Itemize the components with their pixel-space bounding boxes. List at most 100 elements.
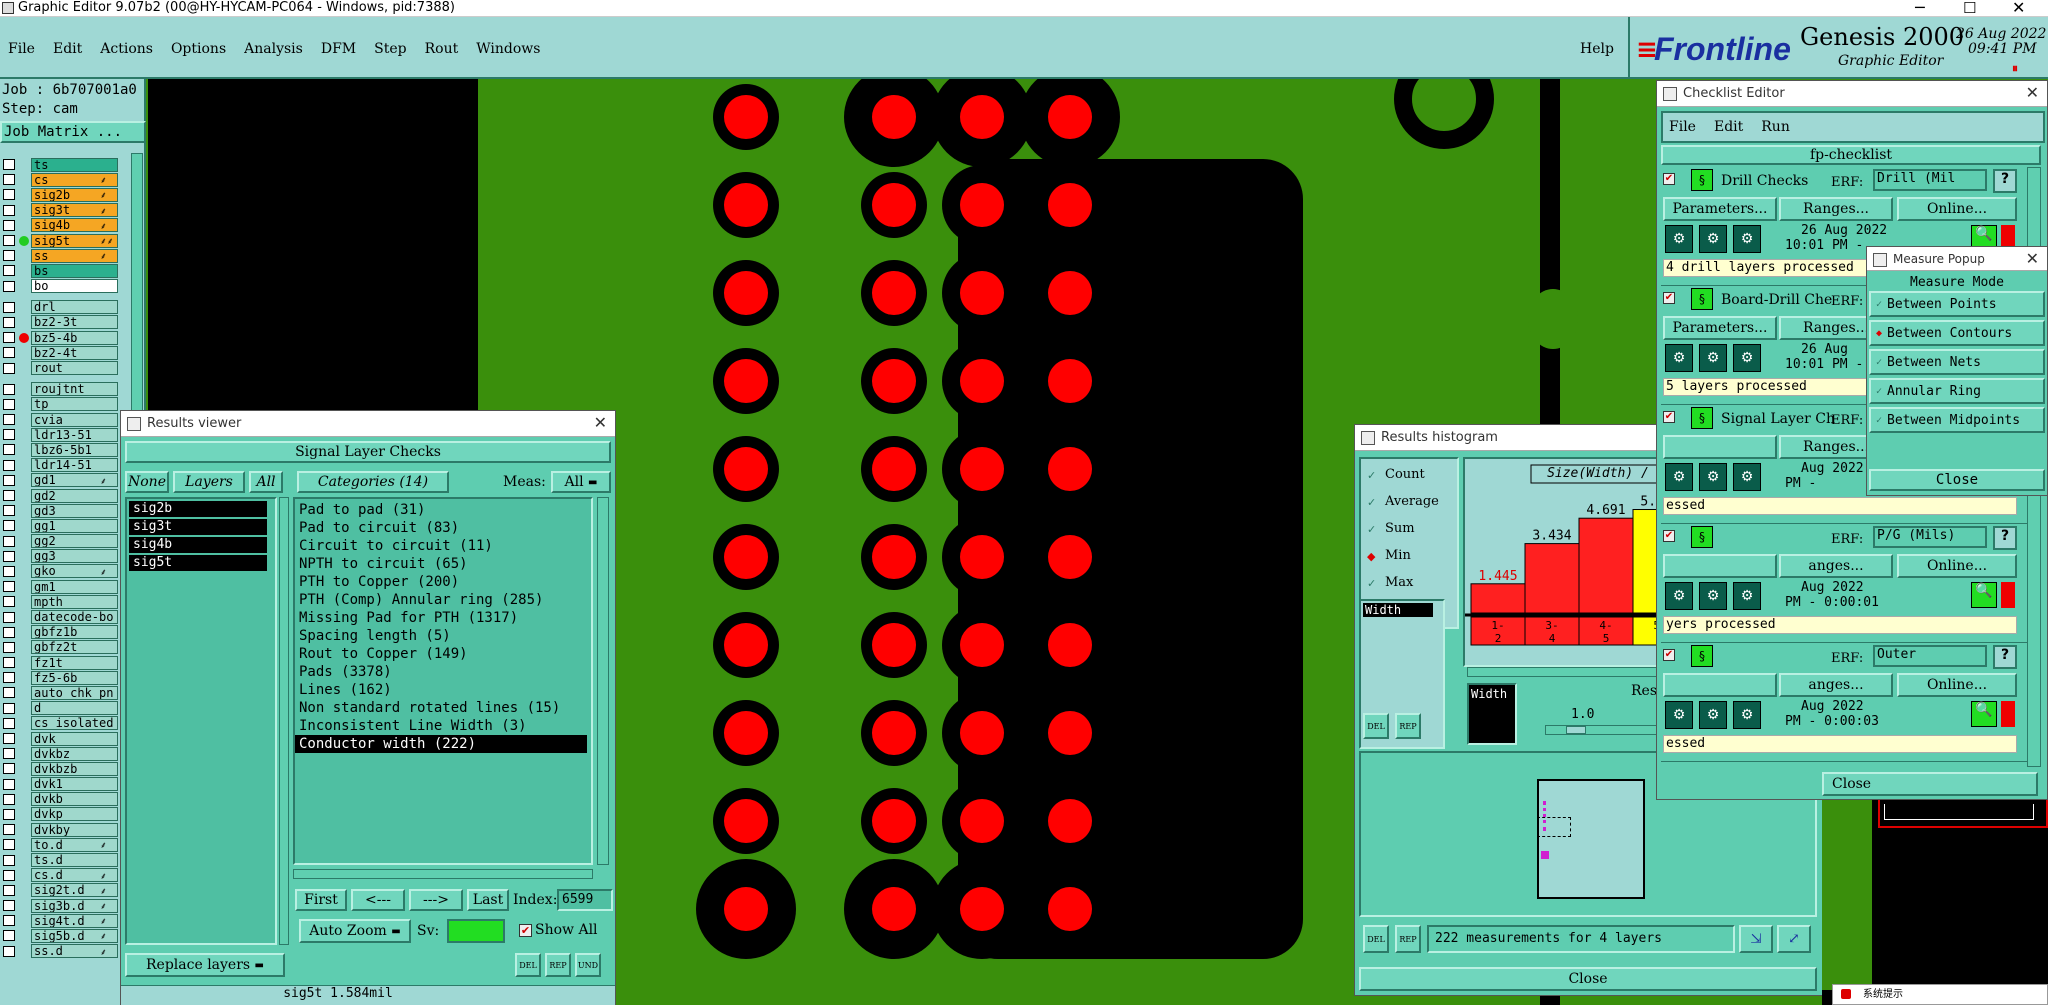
menu-edit[interactable]: Edit: [53, 41, 82, 57]
menu-analysis[interactable]: Analysis: [244, 41, 303, 57]
layer-checkbox[interactable]: [3, 250, 15, 262]
layer-result-list[interactable]: sig2b sig3t sig4b sig5t: [125, 497, 277, 945]
layer-row[interactable]: gd1 ⸙: [0, 473, 118, 488]
layer-row[interactable]: bz2-4t: [0, 345, 118, 360]
layer-checkbox[interactable]: [3, 332, 15, 344]
last-button[interactable]: Last: [467, 889, 509, 911]
layer-row[interactable]: sig2t.d ⸙: [0, 883, 118, 898]
layer-checkbox[interactable]: [3, 869, 15, 881]
run-icon[interactable]: ⚙: [1733, 701, 1761, 729]
zoom-icon[interactable]: 🔍: [1971, 701, 1997, 727]
layer-row[interactable]: to.d ⸙: [0, 837, 118, 852]
layer-checkbox[interactable]: [3, 459, 15, 471]
layer-row[interactable]: lbz6-5b1: [0, 442, 118, 457]
layer-checkbox[interactable]: [3, 505, 15, 517]
check-enable-checkbox[interactable]: ✔: [1663, 292, 1675, 304]
layer-row[interactable]: ldr13-51: [0, 427, 118, 442]
layer-row[interactable]: sig4t.d ⸙: [0, 913, 118, 928]
layer-checkbox[interactable]: [3, 945, 15, 957]
job-matrix-button[interactable]: Job Matrix ...: [0, 121, 146, 143]
slider-thumb[interactable]: [1566, 726, 1586, 734]
layer-checkbox[interactable]: [3, 280, 15, 292]
layer-checkbox[interactable]: [3, 347, 15, 359]
layer-checkbox[interactable]: [3, 793, 15, 805]
layer-checkbox[interactable]: [3, 189, 15, 201]
check-enable-checkbox[interactable]: ✔: [1663, 411, 1675, 423]
help-icon[interactable]: ?: [1993, 169, 2017, 193]
category-item[interactable]: Pad to pad (31): [295, 501, 591, 519]
layer-checkbox[interactable]: [3, 383, 15, 395]
index-input[interactable]: 6599: [557, 889, 613, 911]
ranges-button[interactable]: Ranges...: [1779, 197, 1893, 221]
layer-row[interactable]: gm1: [0, 579, 118, 594]
layer-row[interactable]: dvkby: [0, 822, 118, 837]
layer-row[interactable]: sig3t ⸙: [0, 203, 118, 218]
online-button[interactable]: Online...: [1897, 197, 2017, 221]
parameters-button[interactable]: [1663, 554, 1777, 578]
replace-layers-dropdown[interactable]: Replace layers ▬: [125, 953, 285, 977]
measure-close-button[interactable]: Close: [1869, 469, 2045, 491]
category-item[interactable]: Missing Pad for PTH (1317): [295, 609, 591, 627]
layer-checkbox[interactable]: [3, 520, 15, 532]
layer-row[interactable]: bz2-3t: [0, 315, 118, 330]
layer-checkbox[interactable]: [3, 474, 15, 486]
online-button[interactable]: Online...: [1897, 554, 2017, 578]
menu-help[interactable]: Help: [1580, 41, 1614, 57]
layer-row[interactable]: gd3: [0, 503, 118, 518]
category-item[interactable]: Pad to circuit (83): [295, 519, 591, 537]
layer-checkbox[interactable]: [3, 717, 15, 729]
parameters-button[interactable]: [1663, 435, 1777, 459]
hist-rep-button[interactable]: REP: [1395, 713, 1421, 739]
run-icon[interactable]: ⚙: [1665, 582, 1693, 610]
menu-options[interactable]: Options: [171, 41, 226, 57]
checklist-close-button[interactable]: Close: [1822, 772, 2038, 796]
category-item[interactable]: PTH to Copper (200): [295, 573, 591, 591]
export-icon[interactable]: ⇲: [1739, 925, 1773, 953]
layer-row[interactable]: drl: [0, 300, 118, 315]
parameters-button[interactable]: Parameters...: [1663, 316, 1777, 340]
histogram-bar[interactable]: [1470, 583, 1526, 614]
layer-checkbox[interactable]: [3, 550, 15, 562]
close-icon[interactable]: ✕: [2012, 0, 2025, 17]
hist-del-button[interactable]: DEL: [1363, 713, 1389, 739]
histogram-bar[interactable]: [1524, 543, 1580, 614]
layer-row[interactable]: tp: [0, 397, 118, 412]
layer-checkbox[interactable]: [3, 702, 15, 714]
layer-checkbox[interactable]: [3, 824, 15, 836]
layer-checkbox[interactable]: [3, 854, 15, 866]
category-item[interactable]: Lines (162): [295, 681, 591, 699]
none-button[interactable]: None: [125, 471, 169, 493]
parameters-button[interactable]: [1663, 673, 1777, 697]
help-icon[interactable]: ?: [1993, 526, 2017, 550]
layer-row[interactable]: sig5t ⸙⸙: [0, 233, 118, 248]
zoom-fit-icon[interactable]: ⤢: [1777, 925, 1811, 953]
layer-row[interactable]: gg3: [0, 549, 118, 564]
layer-checkbox[interactable]: [3, 429, 15, 441]
layer-row[interactable]: cs ⸙: [0, 172, 118, 187]
checklist-menu-run[interactable]: Run: [1761, 119, 1790, 135]
online-button[interactable]: Online...: [1897, 673, 2017, 697]
meas-dropdown[interactable]: All ▬: [551, 471, 611, 493]
layer-row[interactable]: d: [0, 701, 118, 716]
menu-step[interactable]: Step: [374, 41, 406, 57]
mode-option-average[interactable]: ✓ Average: [1361, 488, 1457, 515]
layer-checkbox[interactable]: [3, 839, 15, 851]
mini-scrollbar[interactable]: [1822, 800, 1872, 990]
histogram-close-button[interactable]: Close: [1359, 967, 1817, 991]
mode-option-max[interactable]: ✓ Max: [1361, 569, 1457, 596]
layer-row[interactable]: rout: [0, 360, 118, 376]
check-action-icon[interactable]: §: [1691, 526, 1713, 548]
result-layer-item[interactable]: sig3t: [129, 519, 267, 535]
layer-row[interactable]: ldr14-51: [0, 458, 118, 473]
layer-checkbox[interactable]: [3, 641, 15, 653]
layer-checkbox[interactable]: [3, 301, 15, 313]
layer-row[interactable]: roujtnt: [0, 382, 118, 397]
prev-button[interactable]: <---: [351, 889, 405, 911]
layer-row[interactable]: bs: [0, 263, 118, 278]
layer-checkbox[interactable]: [3, 626, 15, 638]
first-button[interactable]: First: [295, 889, 347, 911]
layer-row[interactable]: cs_isolated: [0, 716, 118, 731]
layer-row[interactable]: dvk1: [0, 777, 118, 792]
run-icon[interactable]: ⚙: [1733, 463, 1761, 491]
preview-del-button[interactable]: DEL: [1363, 925, 1389, 953]
